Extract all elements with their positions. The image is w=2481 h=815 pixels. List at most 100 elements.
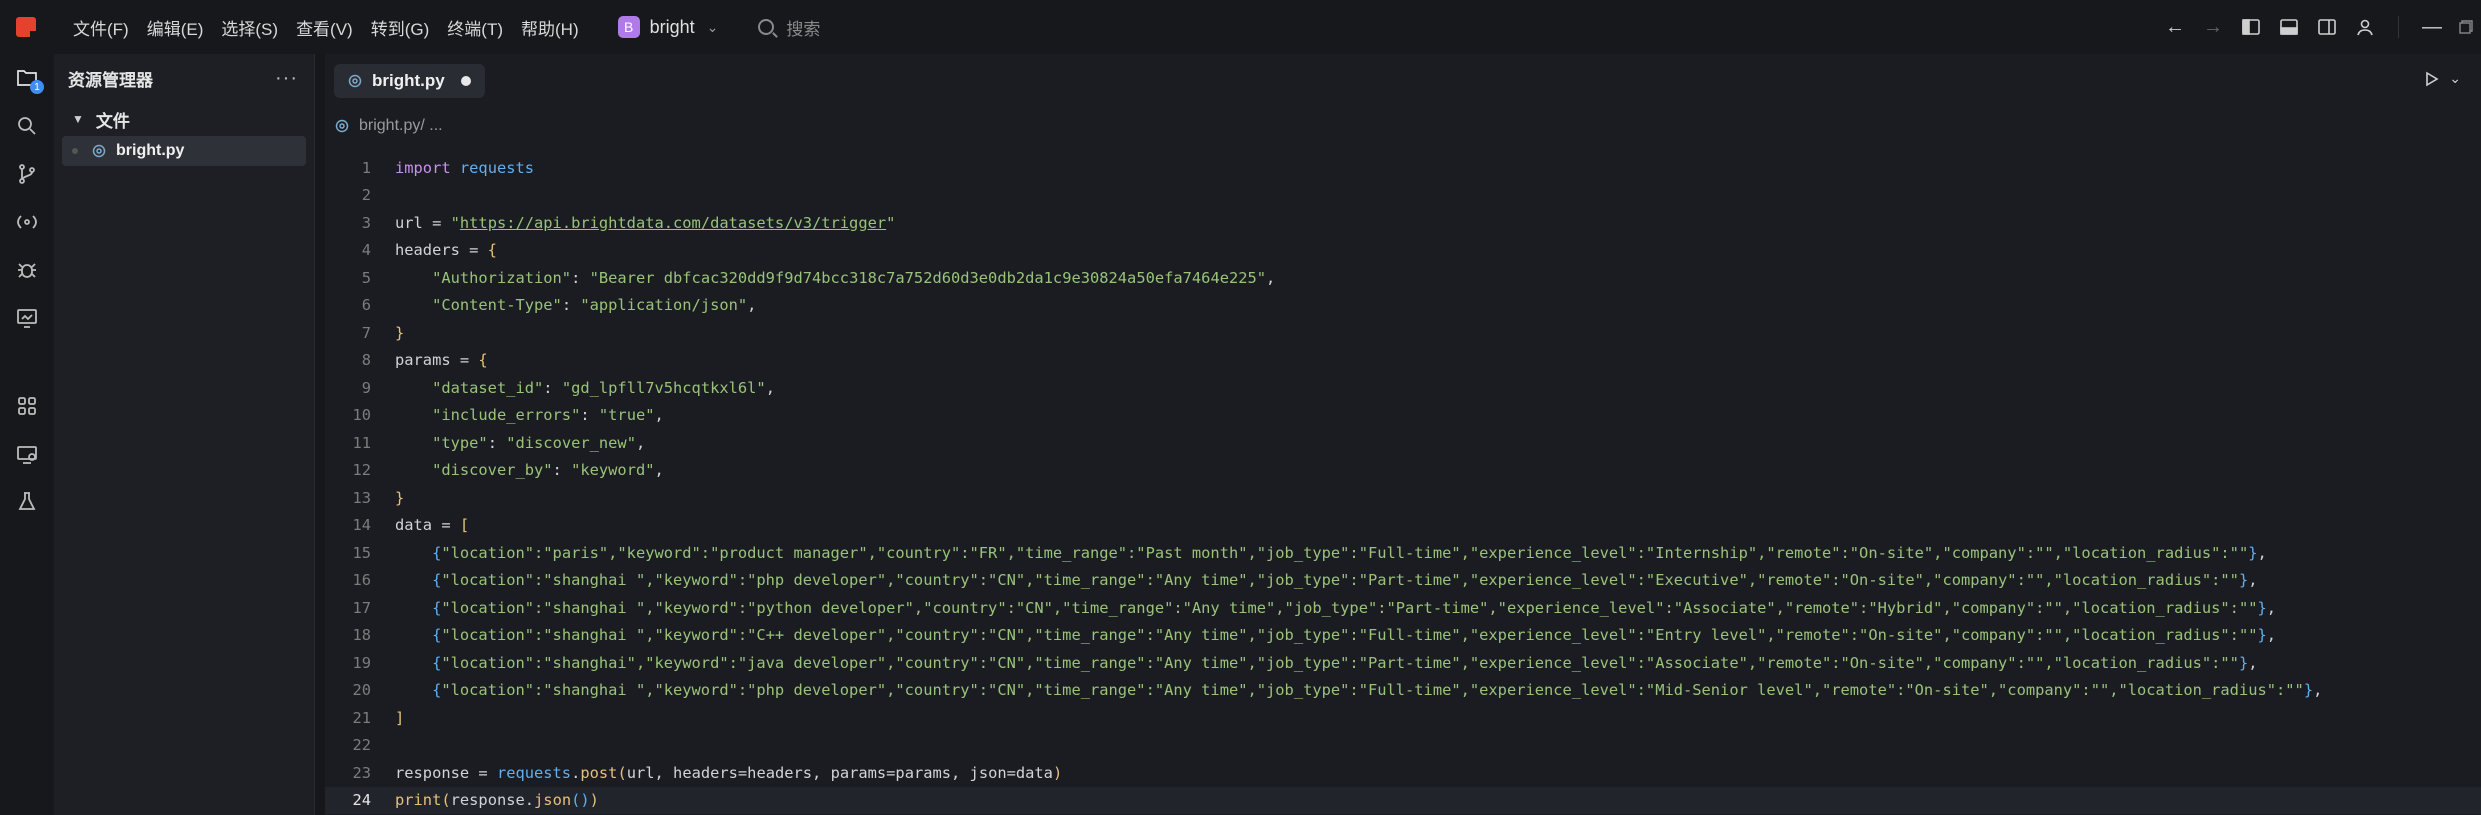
account-icon[interactable] — [2346, 0, 2384, 54]
chevron-down-icon: ⌄ — [706, 18, 719, 35]
back-arrow-icon[interactable]: ← — [2156, 0, 2194, 54]
code-token: [ — [459, 516, 470, 535]
code-token: response = — [395, 763, 497, 782]
code-token: ) — [589, 791, 599, 810]
code-line[interactable]: 7} — [325, 319, 2481, 347]
code-line[interactable]: 9 "dataset_id": "gd_lpfll7v5hcqtkxl6l", — [325, 374, 2481, 402]
toggle-panel-icon[interactable] — [2270, 0, 2308, 54]
line-number: 10 — [352, 406, 371, 425]
breadcrumb-file[interactable]: bright.py — [359, 117, 420, 135]
preview-activity[interactable] — [0, 294, 54, 342]
code-token: : — [487, 433, 507, 452]
breadcrumb-rest[interactable]: / ... — [420, 117, 442, 135]
extensions-icon — [18, 397, 36, 415]
code-line[interactable]: 22 — [325, 732, 2481, 760]
code-line[interactable]: 18 {"location":"shanghai ","keyword":"C+… — [325, 622, 2481, 650]
toggle-secondary-sidebar-icon[interactable] — [2308, 0, 2346, 54]
code-line[interactable]: 23 response = requests.post(url, headers=… — [325, 759, 2481, 787]
menu-goto[interactable]: 转到(G) — [362, 15, 439, 40]
line-number: 1 — [361, 158, 371, 177]
menu-terminal[interactable]: 终端(T) — [438, 15, 512, 40]
modified-dot-icon — [72, 148, 78, 154]
maximize-icon[interactable] — [2451, 0, 2481, 54]
code-line[interactable]: 15 {"location":"paris","keyword":"produc… — [325, 539, 2481, 567]
code-line[interactable]: 4 headers = { — [325, 237, 2481, 265]
menu-file[interactable]: 文件(F) — [64, 15, 138, 40]
code-token: post — [580, 763, 618, 782]
menu-help[interactable]: 帮助(H) — [512, 15, 588, 40]
minimize-icon[interactable]: — — [2413, 0, 2451, 54]
toggle-sidebar-icon[interactable] — [2232, 0, 2270, 54]
code-token: "location":"shanghai ","keyword":"python… — [441, 598, 2258, 617]
line-number: 17 — [352, 598, 371, 617]
code-token: "gd_lpfll7v5hcqtkxl6l" — [561, 378, 766, 397]
activity-bar: 1 — [0, 54, 54, 815]
code-line[interactable]: 12 "discover_by": "keyword", — [325, 457, 2481, 485]
code-line[interactable]: 13} — [325, 484, 2481, 512]
python-file-icon — [348, 74, 362, 88]
menu-edit[interactable]: 编辑(E) — [138, 15, 213, 40]
folder-item[interactable]: ▼ 文件 — [54, 102, 314, 136]
debug-activity[interactable] — [0, 246, 54, 294]
code-token: , — [2266, 598, 2277, 617]
play-icon[interactable] — [2425, 71, 2439, 87]
code-line[interactable]: 21] — [325, 704, 2481, 732]
project-switcher[interactable]: B bright ⌄ — [617, 16, 719, 38]
line-number: 21 — [352, 708, 371, 727]
code-line[interactable]: 14 data = [ — [325, 512, 2481, 540]
code-line[interactable]: 19 {"location":"shanghai","keyword":"jav… — [325, 649, 2481, 677]
explorer-activity[interactable]: 1 — [0, 54, 54, 102]
code-token: : — [571, 268, 590, 287]
code-line[interactable]: 16 {"location":"shanghai ","keyword":"ph… — [325, 567, 2481, 595]
code-token: "include_errors" — [432, 406, 581, 425]
code-line[interactable]: 24 print(response.json()) — [325, 786, 2481, 814]
code-line[interactable]: 17 {"location":"shanghai ","keyword":"py… — [325, 594, 2481, 622]
line-number: 23 — [352, 763, 371, 782]
file-item-bright-py[interactable]: bright.py — [62, 136, 306, 166]
remote-activity[interactable] — [0, 430, 54, 478]
line-content: response = requests.post(url, headers=he… — [395, 764, 1062, 782]
code-token: , — [747, 296, 757, 315]
more-actions-icon[interactable]: ··· — [275, 67, 298, 90]
line-content: print(response.json()) — [395, 791, 599, 809]
code-line[interactable]: 5 "Authorization": "Bearer dbfcac320dd9f… — [325, 264, 2481, 292]
code-line[interactable]: 10 "include_errors": "true", — [325, 402, 2481, 430]
command-search[interactable]: 搜索 — [758, 15, 820, 40]
line-content: } — [395, 489, 404, 507]
line-number: 24 — [352, 791, 371, 810]
forward-arrow-icon[interactable]: → — [2194, 0, 2232, 54]
code-line[interactable]: 1 import requests — [325, 154, 2481, 182]
line-number: 6 — [361, 296, 371, 315]
menu-selection[interactable]: 选择(S) — [212, 15, 287, 40]
broadcast-icon — [17, 215, 37, 229]
code-line[interactable]: 2 — [325, 182, 2481, 210]
menu-view[interactable]: 查看(V) — [287, 15, 362, 40]
code-line[interactable]: 8 params = { — [325, 347, 2481, 375]
sidebar-splitter[interactable] — [315, 54, 325, 815]
run-debug-activity[interactable] — [0, 198, 54, 246]
testing-activity[interactable] — [0, 478, 54, 526]
source-control-activity[interactable] — [0, 150, 54, 198]
extensions-activity[interactable] — [0, 382, 54, 430]
unsaved-dot-icon[interactable] — [460, 76, 471, 86]
chevron-down-icon[interactable]: ⌄ — [2449, 70, 2461, 87]
line-number: 14 — [352, 516, 371, 535]
search-activity[interactable] — [0, 102, 54, 150]
code-editor[interactable]: 1 import requests 2 3 url = "https://api.bri… — [325, 154, 2481, 814]
code-line[interactable]: 6 "Content-Type": "application/json", — [325, 292, 2481, 320]
code-token: , — [765, 378, 775, 397]
tab-bright-py[interactable]: bright.py — [334, 64, 485, 98]
editor-tabs: bright.py ⌄ — [325, 54, 2481, 108]
app-logo — [16, 17, 38, 39]
bug-icon — [18, 263, 36, 278]
line-number: 9 — [361, 378, 371, 397]
line-content: ] — [395, 709, 404, 727]
code-line[interactable]: 20 {"location":"shanghai ","keyword":"ph… — [325, 677, 2481, 705]
code-line[interactable]: 3 url = "https://api.brightdata.com/datas… — [325, 209, 2481, 237]
code-line[interactable]: 11 "type": "discover_new", — [325, 429, 2481, 457]
code-token: "location":"shanghai ","keyword":"C++ de… — [441, 626, 2258, 645]
